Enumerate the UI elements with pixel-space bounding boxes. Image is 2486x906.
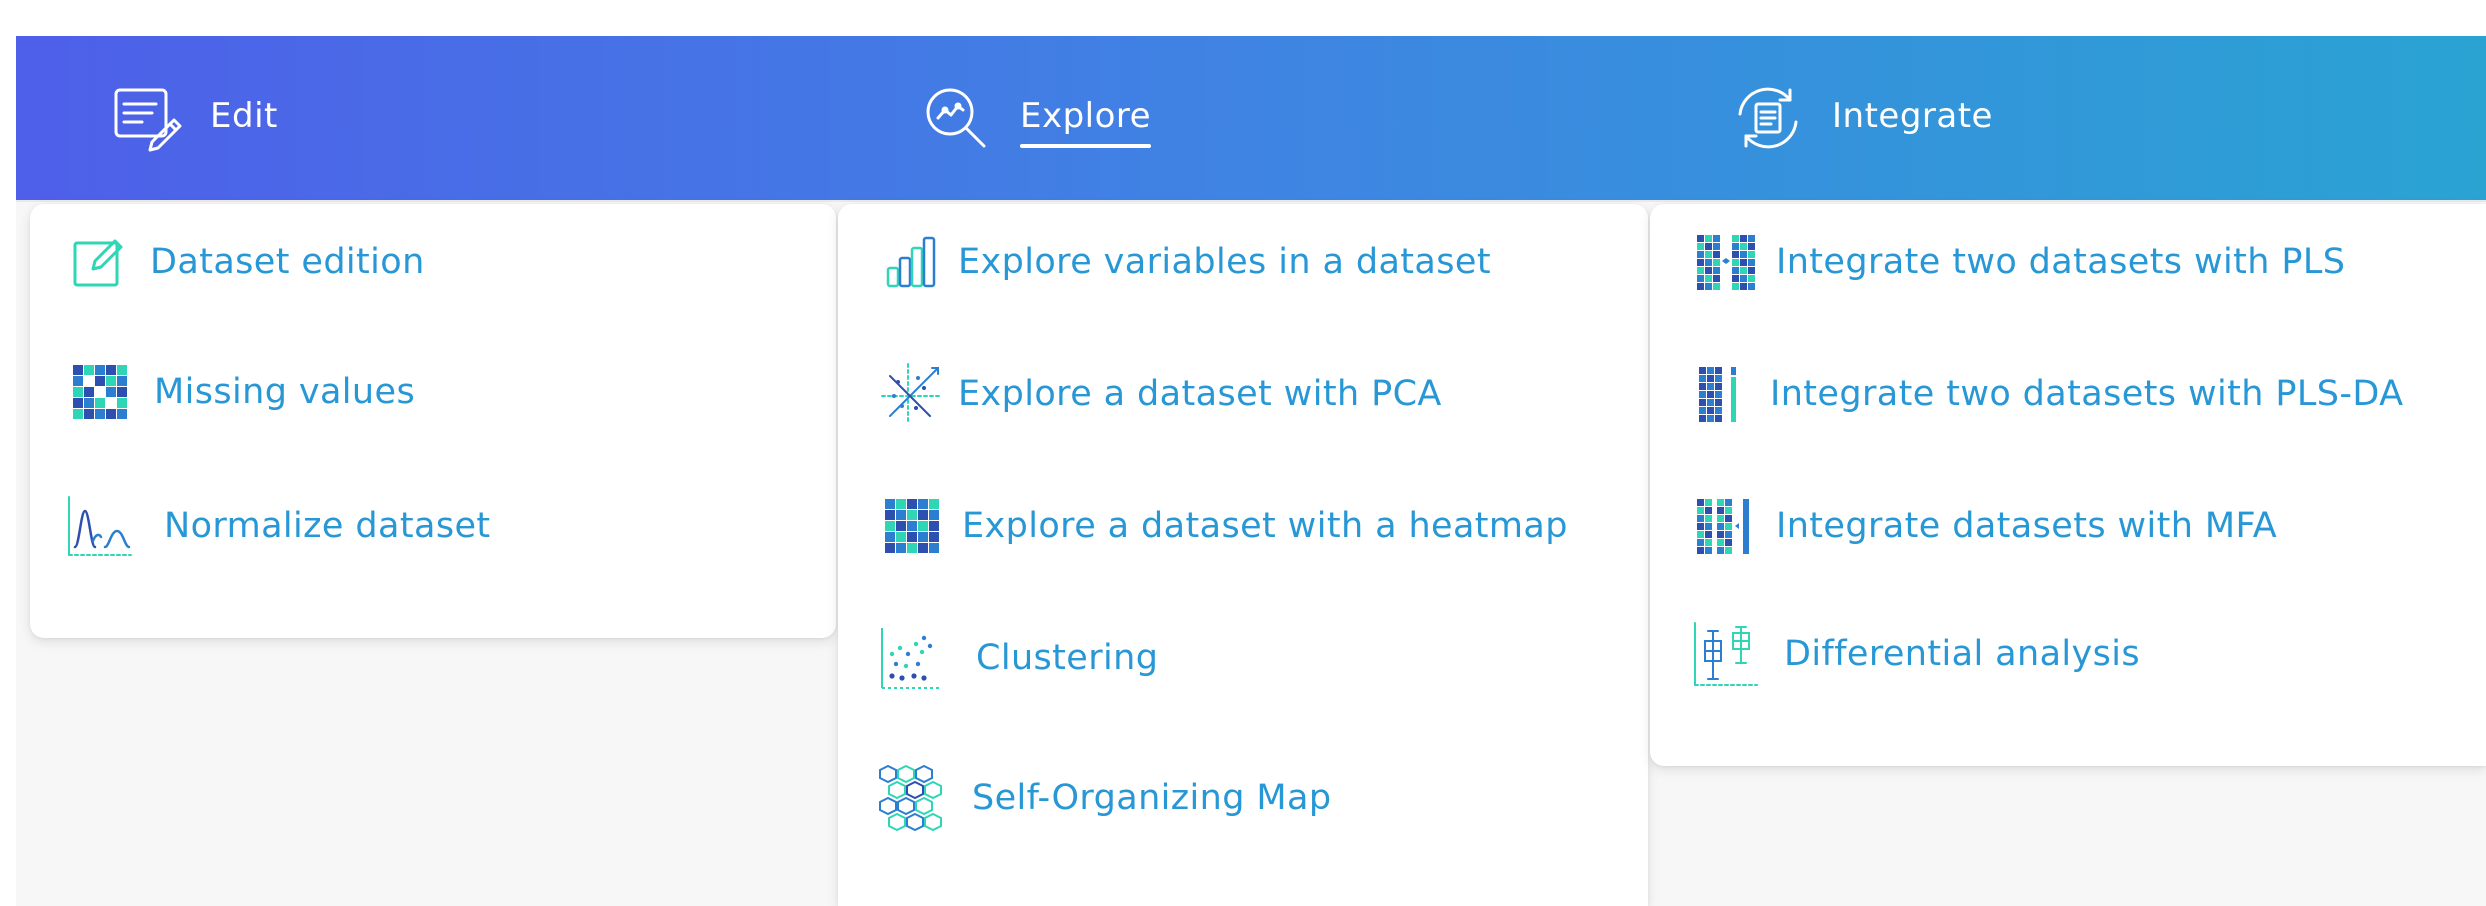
- menu-item-integrate-mfa[interactable]: Integrate datasets with MFA: [1690, 490, 2277, 562]
- nav-tab-explore[interactable]: Explore: [918, 36, 1152, 200]
- nav-tab-integrate[interactable]: Integrate: [1730, 36, 1993, 200]
- plsda-blocks-icon: [1690, 358, 1762, 430]
- distribution-curve-icon: [64, 490, 136, 562]
- menu-item-differential-analysis[interactable]: Differential analysis: [1690, 618, 2140, 690]
- heatmap-grid-icon: [876, 490, 948, 562]
- menu-item-label: Integrate two datasets with PLS-DA: [1770, 374, 2404, 414]
- cluster-dots-icon: [876, 622, 948, 694]
- pencil-square-icon: [64, 226, 136, 298]
- menu-item-label: Normalize dataset: [164, 506, 491, 546]
- explore-menu-panel: Explore variables in a dataset Explore a…: [838, 204, 1648, 906]
- mfa-blocks-icon: [1690, 490, 1762, 562]
- menu-item-label: Explore a dataset with PCA: [958, 374, 1442, 414]
- menu-item-explore-variables[interactable]: Explore variables in a dataset: [876, 226, 1491, 298]
- menu-item-label: Self-Organizing Map: [972, 778, 1332, 818]
- nav-tab-label: Explore: [1020, 96, 1152, 148]
- menu-item-clustering[interactable]: Clustering: [876, 622, 1158, 694]
- menu-item-label: Integrate two datasets with PLS: [1776, 242, 2346, 282]
- menu-item-integrate-pls[interactable]: Integrate two datasets with PLS: [1690, 226, 2345, 298]
- edit-menu-panel: Dataset edition Missing values Normalize…: [30, 204, 836, 638]
- grid-mosaic-icon: [64, 356, 136, 428]
- menu-item-label: Missing values: [154, 372, 416, 412]
- menu-item-label: Integrate datasets with MFA: [1776, 506, 2278, 546]
- menu-item-label: Clustering: [976, 638, 1159, 678]
- pca-scatter-icon: [876, 358, 948, 430]
- menu-item-self-organizing-map[interactable]: Self-Organizing Map: [876, 762, 1331, 834]
- menu-item-explore-pca[interactable]: Explore a dataset with PCA: [876, 358, 1442, 430]
- menu-item-label: Dataset edition: [150, 242, 425, 282]
- menu-item-missing-values[interactable]: Missing values: [64, 356, 415, 428]
- menu-item-explore-heatmap[interactable]: Explore a dataset with a heatmap: [876, 490, 1568, 562]
- top-navigation-bar: Edit Explore Integrate: [16, 36, 2486, 200]
- hexagon-map-icon: [876, 762, 948, 834]
- pls-blocks-icon: [1690, 226, 1762, 298]
- bar-chart-icon: [876, 226, 948, 298]
- nav-tab-edit[interactable]: Edit: [108, 36, 278, 200]
- nav-tab-label: Integrate: [1832, 96, 1993, 136]
- menu-item-label: Differential analysis: [1784, 634, 2141, 674]
- edit-document-icon: [108, 80, 184, 156]
- integrate-sync-icon: [1730, 80, 1806, 156]
- menu-item-label: Explore a dataset with a heatmap: [962, 506, 1568, 546]
- integrate-menu-panel: Integrate two datasets with PLS Integrat…: [1650, 204, 2486, 766]
- explore-magnifier-icon: [918, 80, 994, 156]
- menu-item-label: Explore variables in a dataset: [958, 242, 1491, 282]
- menu-item-integrate-plsda[interactable]: Integrate two datasets with PLS-DA: [1690, 358, 2403, 430]
- nav-tab-label: Edit: [210, 96, 278, 136]
- menu-item-normalize-dataset[interactable]: Normalize dataset: [64, 490, 491, 562]
- boxplot-icon: [1690, 618, 1762, 690]
- menu-item-dataset-edition[interactable]: Dataset edition: [64, 226, 425, 298]
